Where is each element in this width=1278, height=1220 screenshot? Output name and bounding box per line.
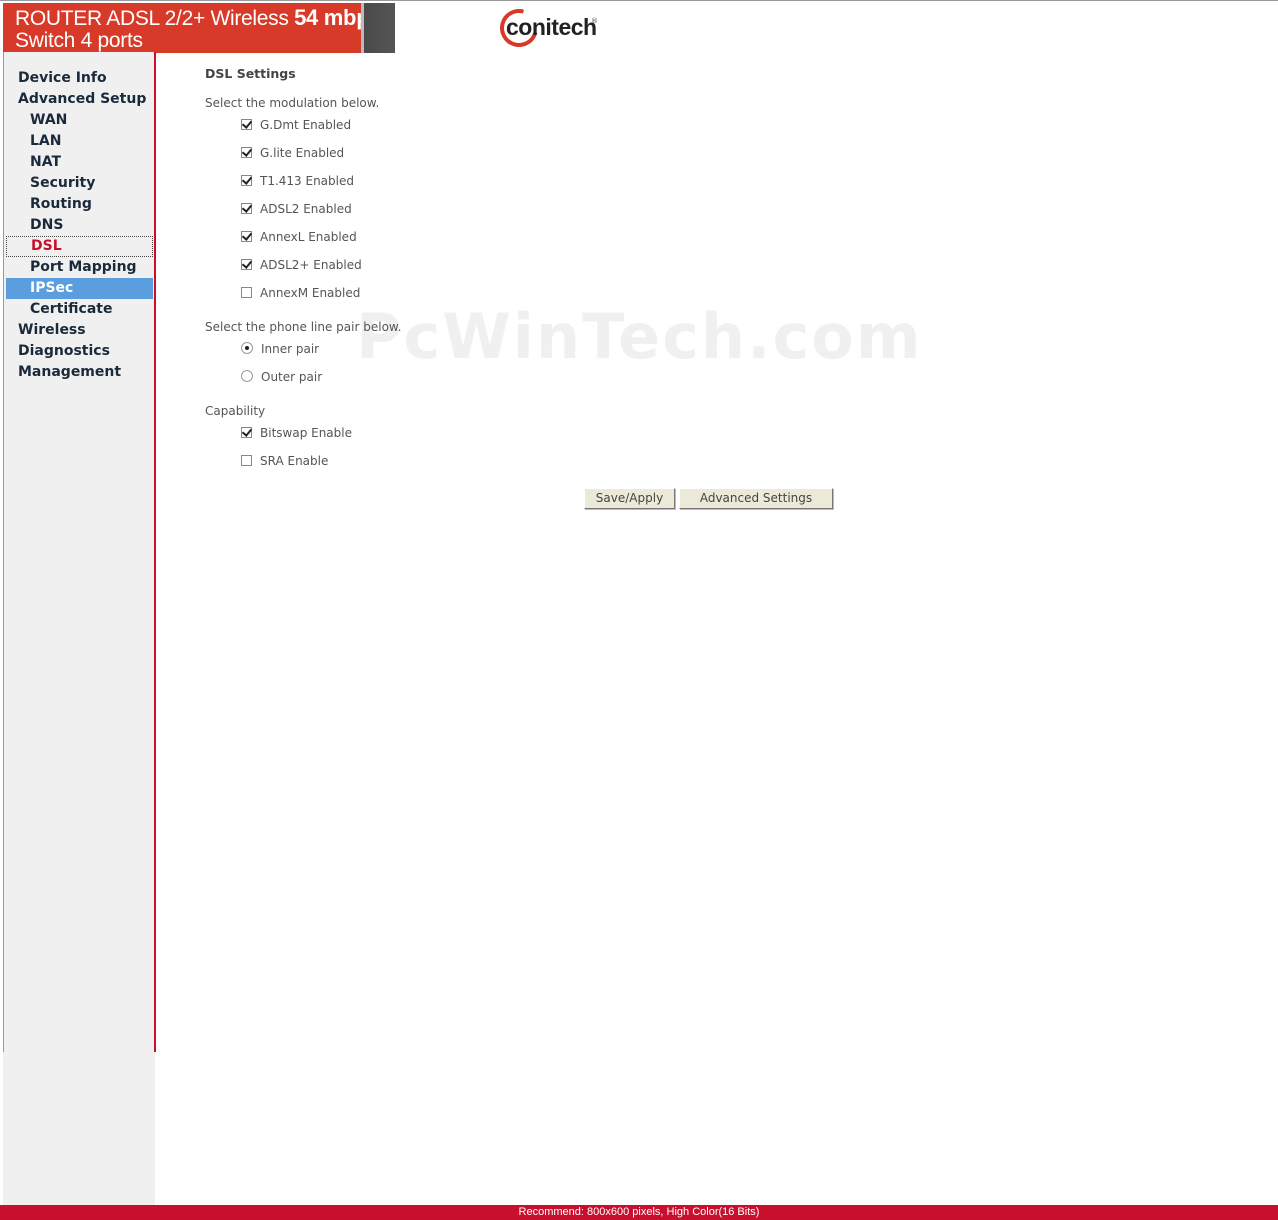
- sidebar-item-wan[interactable]: WAN: [6, 110, 153, 131]
- sidebar-item-diagnostics[interactable]: Diagnostics: [6, 341, 153, 362]
- sidebar-item-certificate[interactable]: Certificate: [6, 299, 153, 320]
- annexm-checkbox[interactable]: [241, 287, 252, 298]
- sidebar-item-security[interactable]: Security: [6, 173, 153, 194]
- sidebar-item-dns[interactable]: DNS: [6, 215, 153, 236]
- sidebar-item-device-info[interactable]: Device Info: [6, 68, 153, 89]
- banner-line2: Switch 4 ports: [15, 29, 143, 52]
- adsl2-checkbox[interactable]: [241, 203, 252, 214]
- gdmt-checkbox[interactable]: [241, 119, 252, 130]
- sidebar-item-wireless[interactable]: Wireless: [6, 320, 153, 341]
- capability-label: Capability: [205, 404, 266, 418]
- modulation-annexm[interactable]: AnnexM Enabled: [241, 285, 360, 301]
- sidebar-item-lan[interactable]: LAN: [6, 131, 153, 152]
- modulation-annexl[interactable]: AnnexL Enabled: [241, 229, 357, 245]
- pair-inner[interactable]: Inner pair: [241, 341, 319, 357]
- logo-text: conitech: [506, 14, 597, 40]
- modulation-adsl2plus[interactable]: ADSL2+ Enabled: [241, 257, 362, 273]
- inner-pair-radio[interactable]: [241, 342, 253, 354]
- footer-recommendation: Recommend: 800x600 pixels, High Color(16…: [0, 1205, 1278, 1220]
- modulation-prompt: Select the modulation below.: [205, 96, 380, 110]
- logo-registered-mark: ®: [591, 17, 598, 25]
- sidebar-item-management[interactable]: Management: [6, 362, 153, 383]
- sidebar: Device Info Advanced Setup WAN LAN NAT S…: [3, 52, 156, 1205]
- banner-accent: [361, 3, 395, 53]
- modulation-glite[interactable]: G.lite Enabled: [241, 145, 344, 161]
- t1413-checkbox[interactable]: [241, 175, 252, 186]
- pair-outer[interactable]: Outer pair: [241, 369, 322, 385]
- save-apply-button[interactable]: Save/Apply: [584, 488, 675, 509]
- conitech-logo: conitech ®: [493, 2, 608, 54]
- modulation-t1413[interactable]: T1.413 Enabled: [241, 173, 354, 189]
- outer-pair-radio[interactable]: [241, 370, 253, 382]
- sidebar-item-routing[interactable]: Routing: [6, 194, 153, 215]
- banner-line1: ROUTER ADSL 2/2+ Wireless: [15, 7, 289, 30]
- bitswap-checkbox[interactable]: [241, 427, 252, 438]
- modulation-adsl2[interactable]: ADSL2 Enabled: [241, 201, 352, 217]
- adsl2plus-checkbox[interactable]: [241, 259, 252, 270]
- sra-checkbox[interactable]: [241, 455, 252, 466]
- sidebar-item-ipsec[interactable]: IPSec: [6, 278, 153, 299]
- watermark: PcWinTech.com: [356, 300, 923, 373]
- advanced-settings-button[interactable]: Advanced Settings: [679, 488, 833, 509]
- sidebar-item-dsl[interactable]: DSL: [6, 236, 153, 257]
- product-banner: ROUTER ADSL 2/2+ Wireless 54 mbps Switch…: [3, 3, 382, 53]
- capability-bitswap[interactable]: Bitswap Enable: [241, 425, 352, 441]
- header: ROUTER ADSL 2/2+ Wireless 54 mbps Switch…: [0, 0, 1278, 54]
- sidebar-menu: Device Info Advanced Setup WAN LAN NAT S…: [6, 68, 153, 383]
- sidebar-item-nat[interactable]: NAT: [6, 152, 153, 173]
- annexl-checkbox[interactable]: [241, 231, 252, 242]
- capability-sra[interactable]: SRA Enable: [241, 453, 328, 469]
- page-title: DSL Settings: [205, 66, 296, 81]
- sidebar-item-port-mapping[interactable]: Port Mapping: [6, 257, 153, 278]
- sidebar-divider: [154, 52, 156, 1052]
- glite-checkbox[interactable]: [241, 147, 252, 158]
- sidebar-item-advanced-setup[interactable]: Advanced Setup: [6, 89, 153, 110]
- pair-prompt: Select the phone line pair below.: [205, 320, 402, 334]
- modulation-gdmt[interactable]: G.Dmt Enabled: [241, 117, 351, 133]
